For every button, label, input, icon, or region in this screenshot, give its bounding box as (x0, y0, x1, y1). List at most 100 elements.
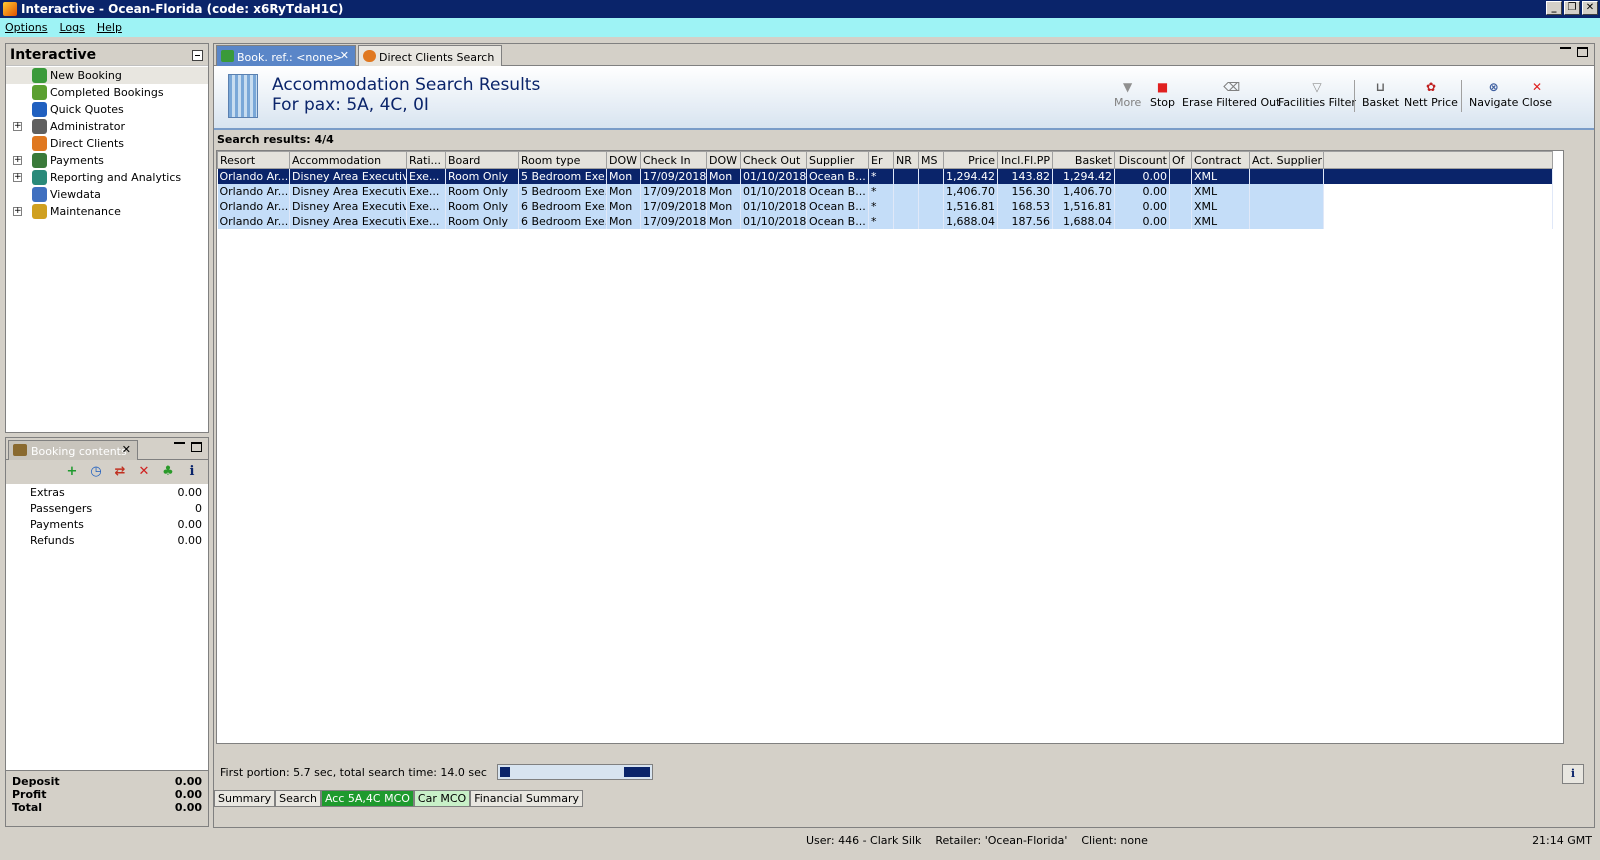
table-cell-filler (1323, 213, 1553, 229)
collapse-icon[interactable] (192, 50, 203, 61)
tab-booking-ref[interactable]: Book. ref.: <none> ✕ (216, 45, 356, 66)
erase-filtered-out-button[interactable]: ⌫ Erase Filtered Out (1182, 80, 1280, 109)
close-tab-icon[interactable]: ✕ (340, 49, 349, 62)
booking-contents-tab[interactable]: Booking contents ✕ (8, 440, 138, 460)
booking-line-value: 0.00 (177, 533, 203, 547)
nav-item-2[interactable]: Quick Quotes (6, 101, 208, 118)
column-header[interactable]: Incl.Fl.PP (997, 151, 1053, 169)
table-cell: 17/09/2018 (640, 198, 707, 214)
column-header[interactable]: Discount (1114, 151, 1170, 169)
column-header[interactable]: Board (445, 151, 519, 169)
tab-acc-mco[interactable]: Acc 5A,4C MCO (320, 790, 414, 807)
close-window-button[interactable]: ✕ (1582, 1, 1598, 15)
table-cell: 01/10/2018 (740, 213, 807, 229)
expand-icon[interactable]: + (13, 207, 22, 216)
column-header[interactable]: DOW (706, 151, 741, 169)
table-cell: 17/09/2018 (640, 183, 707, 199)
nav-item-4[interactable]: Direct Clients (6, 135, 208, 152)
tab-search[interactable]: Search (275, 790, 321, 807)
table-cell: Ocean B... (806, 198, 869, 214)
column-header[interactable]: MS (918, 151, 944, 169)
search-results-count: Search results: 4/4 (217, 133, 334, 146)
table-cell: Mon (706, 168, 741, 184)
expand-icon[interactable]: + (13, 173, 22, 182)
column-header[interactable]: Supplier (806, 151, 869, 169)
column-header[interactable]: Basket (1052, 151, 1115, 169)
table-cell: 0.00 (1114, 213, 1170, 229)
basket-button[interactable]: ⊔ Basket (1362, 80, 1399, 109)
nav-item-1[interactable]: Completed Bookings (6, 84, 208, 101)
nav-item-0[interactable]: New Booking (6, 67, 208, 84)
navigate-button[interactable]: ⊗ Navigate (1469, 80, 1518, 109)
menu-help[interactable]: Help (97, 21, 122, 34)
info-button[interactable]: i (1562, 764, 1584, 784)
minimize-button[interactable]: _ (1546, 1, 1562, 15)
table-cell: 1,406.70 (1052, 183, 1115, 199)
column-header[interactable]: Check In (640, 151, 707, 169)
booking-line-value: 0 (195, 501, 202, 515)
nav-item-5[interactable]: + Payments (6, 152, 208, 169)
status-bar: User: 446 - Clark Silk Retailer: 'Ocean-… (0, 830, 1600, 852)
expand-icon[interactable]: + (13, 122, 22, 131)
column-header[interactable]: Room type (518, 151, 607, 169)
page-title: Accommodation Search Results (272, 75, 541, 95)
maximize-icon[interactable] (191, 442, 202, 452)
maximize-icon[interactable] (1577, 47, 1588, 57)
table-row[interactable]: Orlando Ar... Disney Area Executiv... Exe.… (217, 168, 1553, 184)
booking-line-label: Passengers (30, 501, 93, 515)
table-cell: * (868, 213, 894, 229)
nav-item-3[interactable]: + Administrator (6, 118, 208, 135)
table-cell: Disney Area Executiv... (289, 198, 407, 214)
column-header[interactable]: Rati... (406, 151, 446, 169)
delete-icon[interactable]: ✕ (136, 464, 152, 480)
tab-car-mco[interactable]: Car MCO (413, 790, 471, 807)
column-header[interactable]: Er (868, 151, 894, 169)
stop-button[interactable]: ■ Stop (1150, 80, 1175, 109)
basket-icon: ⊔ (1375, 80, 1386, 94)
table-row[interactable]: Orlando Ar... Disney Area Executiv... Exe.… (217, 198, 1553, 214)
expand-icon[interactable]: + (13, 156, 22, 165)
menu-options[interactable]: Options (5, 21, 47, 34)
column-header[interactable]: Check Out (740, 151, 807, 169)
restore-button[interactable]: ❐ (1564, 1, 1580, 15)
nav-item-7[interactable]: Viewdata (6, 186, 208, 203)
menu-logs[interactable]: Logs (59, 21, 84, 34)
transfer-icon[interactable]: ⇄ (112, 464, 128, 480)
table-cell: 1,406.70 (943, 183, 998, 199)
search-status: First portion: 5.7 sec, total search tim… (216, 760, 1564, 784)
column-header[interactable]: Price (943, 151, 998, 169)
column-header[interactable]: Of (1169, 151, 1192, 169)
nav-item-6[interactable]: + Reporting and Analytics (6, 169, 208, 186)
tab-direct-clients-search[interactable]: Direct Clients Search (358, 45, 502, 66)
table-cell (918, 183, 944, 199)
table-cell: Mon (706, 183, 741, 199)
more-button[interactable]: ▼ More (1114, 80, 1141, 109)
minimize-icon[interactable] (1560, 47, 1571, 57)
column-header[interactable]: Act. Supplier (1249, 151, 1324, 169)
table-cell-filler (1323, 183, 1553, 199)
close-icon[interactable]: ✕ (122, 443, 131, 456)
table-row[interactable]: Orlando Ar... Disney Area Executiv... Exe.… (217, 183, 1553, 199)
toolbar-separator (1461, 80, 1462, 112)
add-icon[interactable]: + (64, 464, 80, 480)
nav-item-8[interactable]: + Maintenance (6, 203, 208, 220)
tab-financial-summary[interactable]: Financial Summary (470, 790, 584, 807)
tab-summary[interactable]: Summary (214, 790, 276, 807)
table-cell: 1,688.04 (943, 213, 998, 229)
column-header[interactable]: DOW (606, 151, 641, 169)
column-header[interactable]: Contract (1191, 151, 1250, 169)
nett-price-button[interactable]: ✿ Nett Price (1404, 80, 1458, 109)
palm-icon[interactable]: ♣ (160, 464, 176, 480)
close-button[interactable]: ✕ Close (1522, 80, 1552, 109)
facilities-filter-button[interactable]: ▽ Facilities Filter (1278, 80, 1356, 109)
info-icon[interactable]: i (184, 464, 200, 480)
clock-icon[interactable]: ◷ (88, 464, 104, 480)
search-time-text: First portion: 5.7 sec, total search tim… (220, 765, 487, 779)
stop-label: Stop (1150, 96, 1176, 109)
column-header[interactable]: NR (893, 151, 919, 169)
table-row[interactable]: Orlando Ar... Disney Area Executiv... Exe.… (217, 213, 1553, 229)
navigation-panel: Interactive New Booking Completed Booking… (5, 43, 209, 433)
minimize-icon[interactable] (174, 442, 185, 452)
column-header[interactable]: Resort (217, 151, 290, 169)
column-header[interactable]: Accommodation (289, 151, 407, 169)
